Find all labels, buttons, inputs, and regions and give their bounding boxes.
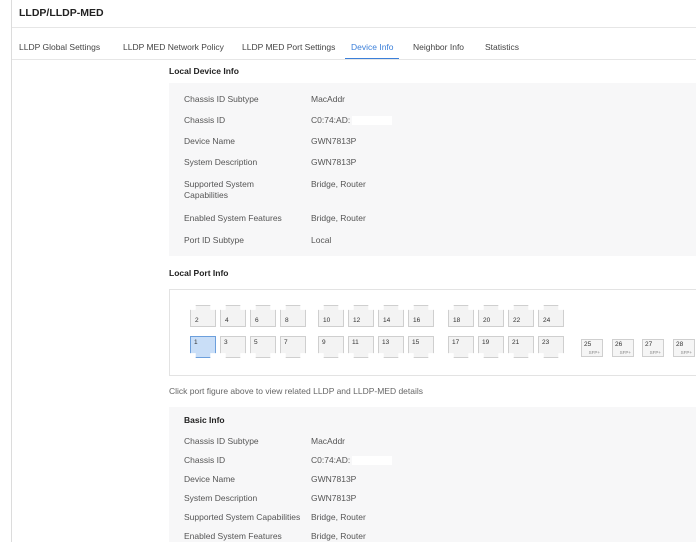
port-number-label: 2 xyxy=(195,317,199,324)
port-16[interactable] xyxy=(408,305,434,327)
basic-info-title: Basic Info xyxy=(184,415,225,425)
info-label: Supported System Capabilities xyxy=(184,512,301,522)
info-label: Enabled System Features xyxy=(184,213,282,223)
port-6[interactable] xyxy=(250,305,276,327)
info-label: System Description xyxy=(184,493,258,503)
tab-device-info[interactable]: Device Info xyxy=(351,42,394,52)
tabs-divider xyxy=(12,59,696,60)
port-number-label: 21 xyxy=(512,339,520,346)
tab-lldp-med-port-settings[interactable]: LLDP MED Port Settings xyxy=(242,42,335,52)
info-label: System Description xyxy=(184,157,258,167)
info-value: Bridge, Router xyxy=(311,213,366,223)
port-number-label: 19 xyxy=(482,339,490,346)
sfp-type-label: SFP+ xyxy=(649,350,661,355)
sfp-type-label: SFP+ xyxy=(619,350,631,355)
port-2[interactable] xyxy=(190,305,216,327)
info-value: Bridge, Router xyxy=(311,512,366,522)
tab-statistics[interactable]: Statistics xyxy=(485,42,519,52)
local-port-info-title: Local Port Info xyxy=(169,268,229,278)
info-label: Port ID Subtype xyxy=(184,235,245,245)
port-number-label: 9 xyxy=(322,339,326,346)
port-number-label: 8 xyxy=(285,317,289,324)
info-value: C0:74:AD: xyxy=(311,115,393,126)
sfp-port-27[interactable]: 27 SFP+ xyxy=(642,339,664,357)
info-label: Supported System Capabilities xyxy=(184,179,254,200)
info-value: Local xyxy=(311,235,332,245)
port-number-label: 16 xyxy=(413,317,421,324)
info-label: Chassis ID xyxy=(184,115,226,125)
port-number-label: 7 xyxy=(284,339,288,346)
port-4[interactable] xyxy=(220,305,246,327)
info-label: Device Name xyxy=(184,474,236,484)
port-number-label: 10 xyxy=(323,317,331,324)
info-label: Enabled System Features xyxy=(184,531,282,541)
page-title: LLDP/LLDP-MED xyxy=(19,7,104,19)
port-number-label: 15 xyxy=(412,339,420,346)
info-label: Chassis ID Subtype xyxy=(184,436,259,446)
port-number-label: 22 xyxy=(513,317,521,324)
port-number-label: 14 xyxy=(383,317,391,324)
port-number-label: 18 xyxy=(453,317,461,324)
sfp-port-28[interactable]: 28 SFP+ xyxy=(673,339,695,357)
tab-lldp-med-network-policy[interactable]: LLDP MED Network Policy xyxy=(123,42,224,52)
port-number-label: 3 xyxy=(224,339,228,346)
port-number-label: 28 xyxy=(676,341,684,348)
port-number-label: 26 xyxy=(615,341,623,348)
local-device-info-title: Local Device Info xyxy=(169,66,239,76)
port-number-label: 25 xyxy=(584,341,592,348)
info-value: GWN7813P xyxy=(311,136,357,146)
tab-bar: LLDP Global Settings LLDP MED Network Po… xyxy=(0,37,696,60)
info-value: Bridge, Router xyxy=(311,531,366,541)
port-22[interactable] xyxy=(508,305,534,327)
info-label: Chassis ID Subtype xyxy=(184,94,259,104)
title-divider xyxy=(12,27,696,28)
port-panel: 2 4 6 8 10 12 14 16 18 20 22 24 1 3 5 7 9 11 13 15 17 19 21 23 2… xyxy=(169,289,696,376)
info-value: MacAddr xyxy=(311,94,346,104)
info-value: GWN7813P xyxy=(311,157,357,167)
info-label: Chassis ID xyxy=(184,455,226,465)
sfp-port-26[interactable]: 26 SFP+ xyxy=(612,339,634,357)
port-number-label: 27 xyxy=(645,341,653,348)
info-label: Device Name xyxy=(184,136,236,146)
info-value: GWN7813P xyxy=(311,474,357,484)
port-number-label: 12 xyxy=(353,317,361,324)
port-number-label: 5 xyxy=(254,339,258,346)
port-24[interactable] xyxy=(538,305,564,327)
port-12[interactable] xyxy=(348,305,374,327)
port-10[interactable] xyxy=(318,305,344,327)
sfp-type-label: SFP+ xyxy=(680,350,692,355)
port-number-label: 20 xyxy=(483,317,491,324)
info-value: C0:74:AD: xyxy=(311,455,393,466)
tab-neighbor-info[interactable]: Neighbor Info xyxy=(413,42,464,52)
info-value: Bridge, Router xyxy=(311,179,366,189)
local-device-info-panel: Chassis ID Subtype MacAddr Chassis ID C0… xyxy=(169,83,696,256)
port-hint-text: Click port figure above to view related … xyxy=(169,386,424,396)
port-number-label: 6 xyxy=(255,317,259,324)
chassis-id-text: C0:74:AD: xyxy=(311,115,351,125)
port-number-label: 11 xyxy=(352,339,359,346)
port-number-label: 17 xyxy=(452,339,460,346)
port-number-label: 24 xyxy=(543,317,551,324)
port-number-label: 13 xyxy=(382,339,390,346)
sfp-port-25[interactable]: 25 SFP+ xyxy=(581,339,603,357)
chassis-id-text: C0:74:AD: xyxy=(311,455,351,465)
port-number-label: 1 xyxy=(194,339,198,346)
sfp-type-label: SFP+ xyxy=(588,350,600,355)
port-number-label: 23 xyxy=(542,339,550,346)
info-value: GWN7813P xyxy=(311,493,357,503)
redacted-block xyxy=(352,116,393,126)
port-number-label: 4 xyxy=(225,317,229,324)
info-value: MacAddr xyxy=(311,436,346,446)
redacted-block xyxy=(352,456,393,466)
port-18[interactable] xyxy=(448,305,474,327)
content-left-border xyxy=(11,0,12,542)
port-14[interactable] xyxy=(378,305,404,327)
port-20[interactable] xyxy=(478,305,504,327)
port-8[interactable] xyxy=(280,305,306,327)
tab-lldp-global-settings[interactable]: LLDP Global Settings xyxy=(19,42,100,52)
